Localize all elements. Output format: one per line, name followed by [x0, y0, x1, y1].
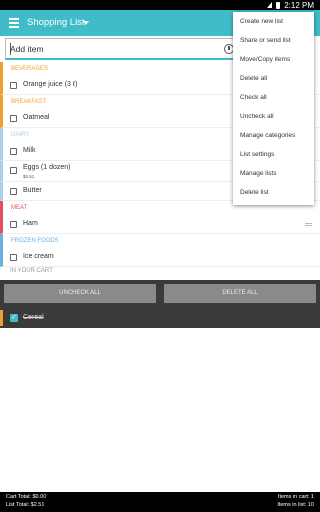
item-label: Ice cream: [23, 253, 54, 260]
status-icons: 2:12 PM: [267, 0, 314, 10]
item-label: Butter: [23, 187, 42, 194]
item-label: Ham: [23, 220, 38, 227]
menu-item-share-or-send-list[interactable]: Share or send list: [233, 31, 314, 50]
menu-item-list-settings[interactable]: List settings: [233, 145, 314, 164]
hamburger-icon[interactable]: [9, 18, 19, 28]
menu-item-delete-list[interactable]: Delete list: [233, 183, 314, 202]
cart-item[interactable]: ✓ Cereal: [0, 310, 320, 326]
signal-icon: [267, 2, 273, 8]
category-header: FROZEN FOODS: [0, 234, 320, 248]
add-item-row: [5, 38, 255, 60]
status-time: 2:12 PM: [284, 0, 314, 10]
list-title[interactable]: Shopping List: [27, 17, 85, 28]
item-label: Orange juice (3 ℓ): [23, 81, 78, 88]
checkbox-icon[interactable]: [10, 148, 17, 155]
item-label: Oatmeal: [23, 114, 50, 121]
menu-item-manage-lists[interactable]: Manage lists: [233, 164, 314, 183]
add-item-input[interactable]: [10, 42, 210, 56]
menu-item-manage-categories[interactable]: Manage categories: [233, 126, 314, 145]
caret-down-icon[interactable]: [83, 21, 89, 25]
overflow-menu: Create new list Share or send list Move/Co…: [233, 12, 314, 205]
totals-footer: Cart Total: $0.00 List Total: $2.51 Item…: [0, 492, 320, 512]
checkbox-icon[interactable]: [10, 82, 17, 89]
menu-item-check-all[interactable]: Check all: [233, 88, 314, 107]
checkbox-icon[interactable]: [10, 188, 17, 195]
delete-all-button[interactable]: DELETE ALL: [164, 284, 316, 303]
in-your-cart-header: IN YOUR CART: [10, 268, 53, 274]
menu-item-delete-all[interactable]: Delete all: [233, 69, 314, 88]
item-label: Milk: [23, 147, 36, 154]
checkbox-checked-icon[interactable]: ✓: [10, 314, 18, 322]
menu-item-uncheck-all[interactable]: Uncheck all: [233, 107, 314, 126]
menu-item-move-copy-items[interactable]: Move/Copy items: [233, 50, 314, 69]
uncheck-all-button[interactable]: UNCHECK ALL: [4, 284, 156, 303]
drag-handle-icon[interactable]: [305, 223, 312, 226]
items-in-cart: Items in cart: 1: [277, 494, 314, 500]
list-item[interactable]: Ham: [0, 215, 320, 234]
menu-item-create-new-list[interactable]: Create new list: [233, 12, 314, 31]
status-bar: 2:12 PM: [0, 0, 320, 10]
cart-total: Cart Total: $0.00: [6, 494, 47, 500]
item-label: Eggs (1 dozen): [23, 164, 71, 171]
cart-item-label: Cereal: [23, 314, 44, 321]
checkbox-icon[interactable]: [10, 167, 17, 174]
items-in-list: Items in list: 10: [277, 502, 314, 508]
checkbox-icon[interactable]: [10, 115, 17, 122]
item-price: $2.51: [23, 174, 35, 179]
list-total: List Total: $2.51: [6, 502, 45, 508]
checkbox-icon[interactable]: [10, 221, 17, 228]
checkbox-icon[interactable]: [10, 254, 17, 261]
battery-icon: [276, 1, 281, 9]
